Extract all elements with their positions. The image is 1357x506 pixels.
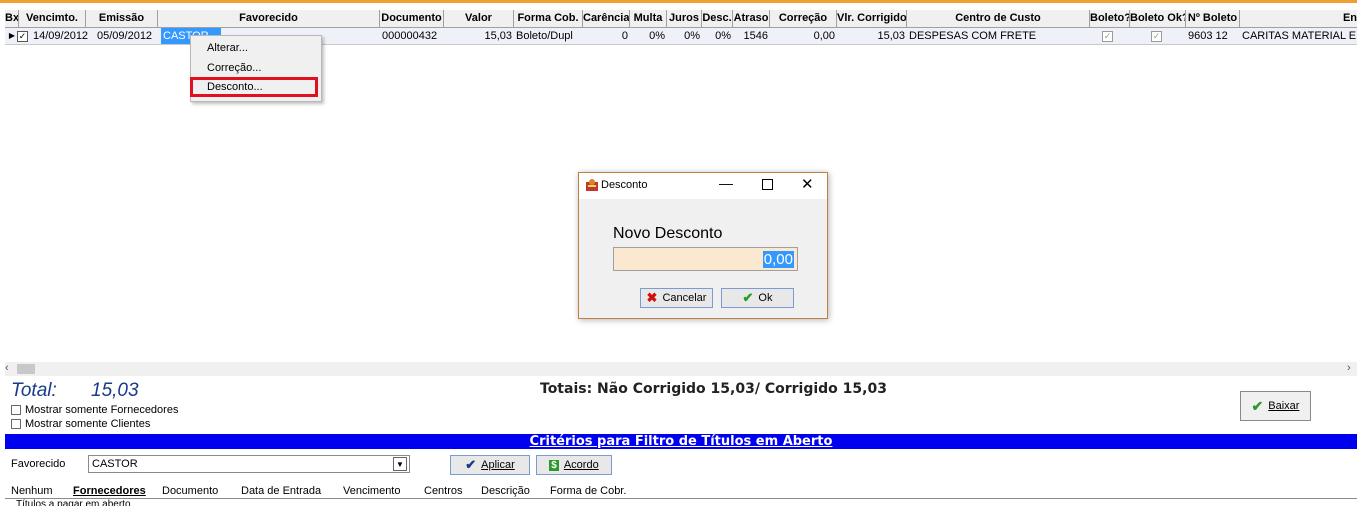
cell-forma-cob: Boleto/Dupl [516, 30, 573, 42]
novo-desconto-label: Novo Desconto [613, 225, 723, 242]
only-clients-label: Mostrar somente Clientes [25, 418, 151, 430]
cell-centro-custo: DESPESAS COM FRETE [909, 30, 1037, 42]
col-header-forma-cob[interactable]: Forma Cob. [514, 10, 583, 27]
close-icon[interactable]: ✕ [801, 175, 814, 193]
cell-vlr-corrigido: 15,03 [877, 30, 905, 42]
total-label: Total: [11, 380, 57, 401]
menu-item-correcao[interactable]: Correção... [207, 62, 261, 74]
check-icon: ✔ [742, 290, 754, 305]
cell-multa: 0% [649, 30, 665, 42]
col-header-endereco[interactable]: En [1240, 10, 1357, 27]
scroll-right-icon[interactable]: › [1347, 362, 1351, 374]
cancel-button-label: Cancelar [662, 292, 707, 304]
minimize-icon[interactable]: — [719, 175, 733, 191]
favorecido-select[interactable]: CASTOR ▼ [88, 455, 410, 473]
col-header-carencia[interactable]: Carência [583, 10, 630, 27]
menu-item-alterar[interactable]: Alterar... [207, 42, 248, 54]
cell-juros: 0% [684, 30, 700, 42]
total-value: 15,03 [91, 380, 139, 401]
dialog-title: Desconto [601, 179, 648, 191]
top-accent-line [0, 0, 1357, 3]
col-header-juros[interactable]: Juros [667, 10, 702, 27]
highlight-box [190, 77, 318, 97]
cell-desc: 0% [715, 30, 731, 42]
cell-documento: 000000432 [382, 30, 438, 42]
tab-fornecedores[interactable]: Fornecedores [73, 484, 146, 498]
maximize-icon[interactable] [762, 179, 773, 190]
scroll-left-icon[interactable]: ‹ [5, 362, 9, 374]
tab-centros[interactable]: Centros [424, 484, 463, 498]
cell-endereco: CARITAS MATERIAL EL [1242, 30, 1357, 42]
boleto-checkbox[interactable]: ✓ [1102, 28, 1118, 44]
baixar-button[interactable]: ✔ Baixar [1240, 391, 1311, 421]
desconto-dialog: Desconto — ✕ Novo Desconto 0,00 ✖ Cancel… [578, 172, 828, 319]
cell-correcao: 0,00 [813, 30, 835, 42]
ok-button-label: Ok [758, 292, 773, 304]
dialog-titlebar[interactable]: Desconto — ✕ [579, 173, 827, 199]
cell-carencia: 0 [621, 30, 628, 42]
check-icon: ✔ [465, 457, 477, 472]
col-header-centro-custo[interactable]: Centro de Custo [907, 10, 1090, 27]
favorecido-value: CASTOR [92, 458, 138, 470]
col-header-documento[interactable]: Documento [380, 10, 444, 27]
cell-emissao: 05/09/2012 [97, 30, 153, 42]
tab-forma-cobr[interactable]: Forma de Cobr. [550, 484, 626, 498]
col-header-valor[interactable]: Valor [444, 10, 514, 27]
dollar-icon: $ [549, 459, 559, 471]
col-header-n-boleto[interactable]: Nº Boleto [1186, 10, 1240, 27]
footer-label: Títulos a pagar em aberto [16, 499, 131, 506]
col-header-multa[interactable]: Multa [630, 10, 667, 27]
col-header-correcao[interactable]: Correção [770, 10, 837, 27]
totals-summary: Totais: Não Corrigido 15,03/ Corrigido 1… [540, 381, 887, 397]
grid-header: Bx Vencimto. Emissão Favorecido Document… [5, 10, 1357, 28]
tab-data-entrada[interactable]: Data de Entrada [241, 484, 321, 498]
baixar-button-label: Baixar [1268, 400, 1300, 412]
aplicar-button[interactable]: ✔ Aplicar [450, 455, 530, 475]
desconto-input[interactable]: 0,00 [613, 247, 798, 271]
tab-vencimento[interactable]: Vencimento [343, 484, 400, 498]
filter-title-bar: Critérios para Filtro de Títulos em Aber… [5, 434, 1357, 449]
only-suppliers-checkbox[interactable] [11, 405, 21, 415]
filter-tabs: Nenhum Fornecedores Documento Data de En… [5, 484, 1357, 506]
col-header-emissao[interactable]: Emissão [86, 10, 158, 27]
chevron-down-icon[interactable]: ▼ [393, 457, 407, 471]
check-icon: ✔ [1251, 397, 1264, 414]
col-header-desc[interactable]: Desc. [702, 10, 733, 27]
cell-n-boleto: 9603 12 [1188, 30, 1228, 42]
app-icon [585, 178, 599, 195]
col-header-vlr-corrigido[interactable]: Vlr. Corrigido [837, 10, 907, 27]
tab-nenhum[interactable]: Nenhum [11, 484, 53, 498]
x-icon: ✖ [646, 290, 658, 305]
ok-button[interactable]: ✔ Ok [721, 288, 794, 308]
acordo-button-label: Acordo [563, 459, 599, 471]
col-header-bx[interactable]: Bx [5, 10, 19, 27]
favorecido-label: Favorecido [11, 458, 66, 470]
only-suppliers-label: Mostrar somente Fornecedores [25, 404, 179, 416]
col-header-atraso[interactable]: Atraso [733, 10, 770, 27]
acordo-button[interactable]: $ Acordo [536, 455, 612, 475]
desconto-input-value: 0,00 [762, 251, 794, 268]
cell-atraso: 1546 [743, 30, 768, 42]
col-header-vencimento[interactable]: Vencimto. [19, 10, 86, 27]
aplicar-button-label: Aplicar [481, 459, 515, 471]
horizontal-scrollbar[interactable]: ‹ › [5, 362, 1357, 376]
only-suppliers-option[interactable]: Mostrar somente Fornecedores [11, 404, 178, 416]
only-clients-option[interactable]: Mostrar somente Clientes [11, 418, 150, 430]
col-header-favorecido[interactable]: Favorecido [158, 10, 380, 27]
col-header-boleto[interactable]: Boleto? [1090, 10, 1130, 27]
tab-documento[interactable]: Documento [162, 484, 218, 498]
col-header-boleto-ok[interactable]: Boleto Ok? [1130, 10, 1186, 27]
only-clients-checkbox[interactable] [11, 419, 21, 429]
cell-valor: 15,03 [484, 30, 512, 42]
scroll-thumb[interactable] [17, 364, 35, 374]
cell-vencimento: 14/09/2012 [33, 30, 89, 42]
cancel-button[interactable]: ✖ Cancelar [640, 288, 713, 308]
tab-descricao[interactable]: Descrição [481, 484, 530, 498]
boleto-ok-checkbox[interactable]: ✓ [1151, 28, 1167, 44]
